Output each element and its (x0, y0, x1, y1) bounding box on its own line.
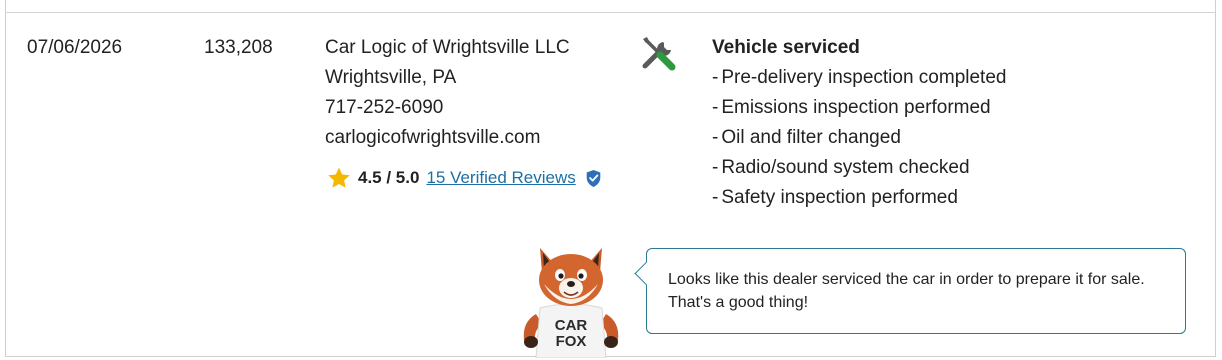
mascot-shirt-text: CAR (555, 317, 588, 334)
dealer-phone: 717-252-6090 (325, 97, 444, 118)
dealer-info: Car Logic of Wrightsville LLC Wrightsvil… (325, 33, 570, 153)
comments-list: - Pre-delivery inspection completed - Emis… (712, 63, 1006, 213)
carfox-tip-bubble: Looks like this dealer serviced the car … (634, 248, 1186, 334)
carfox-mascot: CAR FOX (523, 248, 619, 358)
carfox-tip-text: Looks like this dealer serviced the car … (668, 271, 1145, 311)
dealer-location: Wrightsville, PA (325, 67, 457, 88)
dealer-website: carlogicofwrightsville.com (325, 127, 541, 148)
service-comments: Vehicle serviced - Pre-delivery inspectio… (712, 33, 1006, 213)
dealer-rating: 4.5 / 5.0 15 Verified Reviews (326, 164, 602, 192)
mascot-shirt-text: FOX (556, 333, 587, 350)
list-item: - Safety inspection performed (712, 187, 958, 208)
shield-check-icon (586, 169, 601, 187)
list-item: - Oil and filter changed (712, 127, 901, 148)
list-item: - Pre-delivery inspection completed (712, 67, 1007, 88)
dealer-name: Car Logic of Wrightsville LLC (325, 37, 570, 58)
row-divider (5, 12, 1216, 13)
comments-heading: Vehicle serviced (712, 37, 860, 58)
record-date: 07/06/2026 (27, 37, 123, 58)
wrench-screwdriver-icon (642, 37, 676, 71)
list-item: - Radio/sound system checked (712, 157, 970, 178)
verified-reviews-link[interactable]: 15 Verified Reviews (426, 168, 575, 188)
rating-score: 4.5 / 5.0 (358, 168, 420, 187)
star-icon (328, 167, 350, 188)
list-item: - Emissions inspection performed (712, 97, 991, 118)
record-mileage: 133,208 (204, 37, 273, 58)
